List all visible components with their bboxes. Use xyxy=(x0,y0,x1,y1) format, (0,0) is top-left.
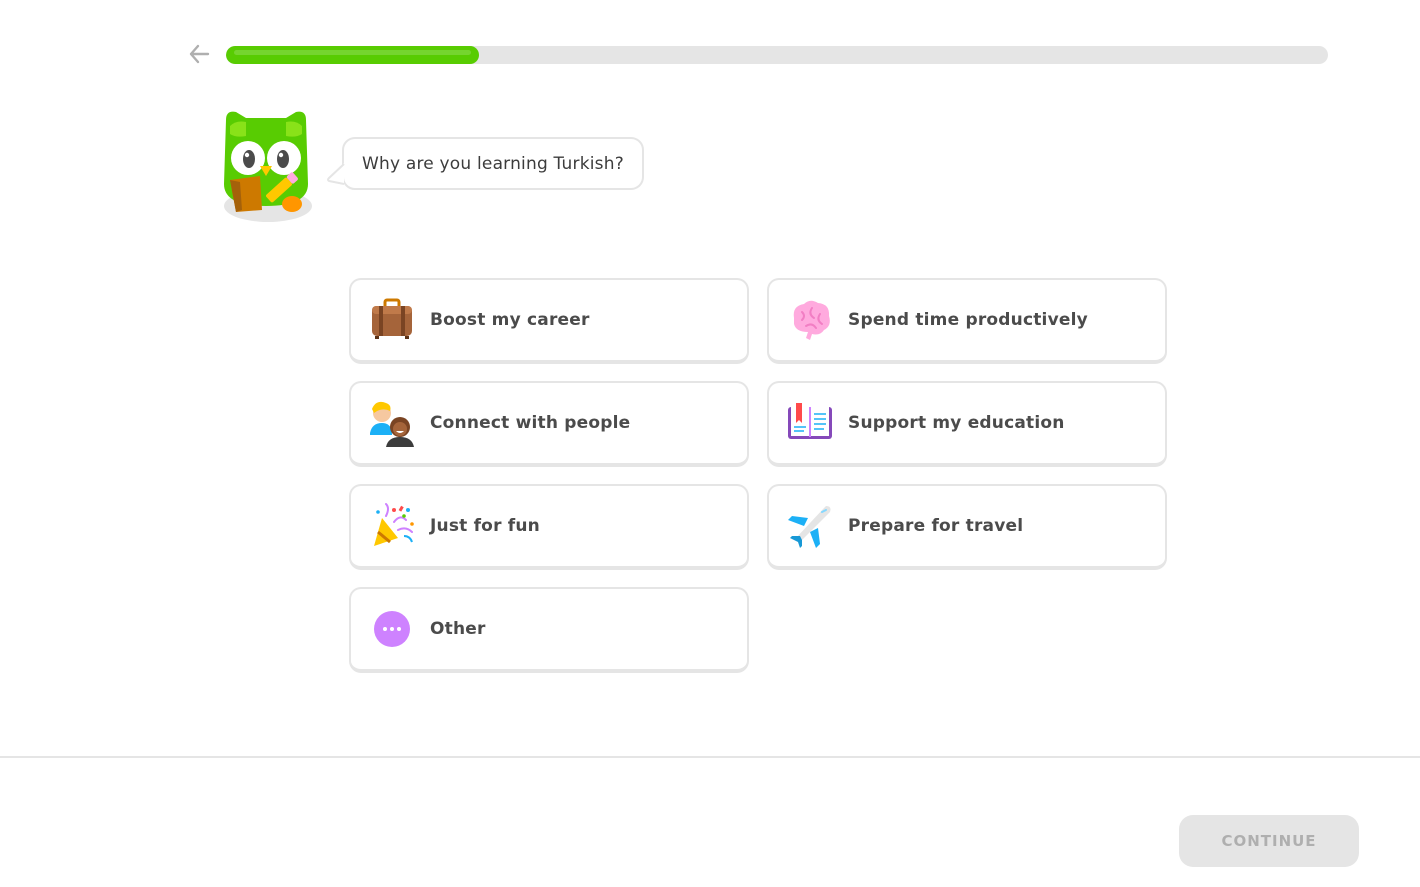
progress-bar xyxy=(226,46,1328,64)
onboarding-page: Why are you learning Turkish? Boost my c… xyxy=(0,0,1420,887)
people-icon xyxy=(370,401,414,447)
brain-icon xyxy=(793,300,830,340)
airplane-icon xyxy=(788,506,831,548)
party-popper-icon xyxy=(374,503,414,546)
question-text: Why are you learning Turkish? xyxy=(362,153,624,174)
option-other[interactable]: Other xyxy=(349,587,749,673)
option-prepare-for-travel[interactable]: Prepare for travel xyxy=(767,484,1167,570)
option-just-for-fun[interactable]: Just for fun xyxy=(349,484,749,570)
option-label: Support my education xyxy=(848,413,1065,433)
progress-bar-shine xyxy=(234,50,472,55)
option-label: Other xyxy=(430,619,486,639)
option-connect-with-people[interactable]: Connect with people xyxy=(349,381,749,467)
briefcase-icon xyxy=(372,298,412,339)
option-label: Boost my career xyxy=(430,310,590,330)
continue-button[interactable]: CONTINUE xyxy=(1179,815,1359,867)
option-boost-career[interactable]: Boost my career xyxy=(349,278,749,364)
open-book-icon xyxy=(788,403,832,439)
footer-divider xyxy=(0,756,1420,758)
more-dots-icon xyxy=(374,611,410,647)
progress-bar-fill xyxy=(226,46,480,64)
option-support-education[interactable]: Support my education xyxy=(767,381,1167,467)
speech-bubble-tail xyxy=(327,163,345,185)
arrow-left-icon xyxy=(189,44,210,64)
option-label: Spend time productively xyxy=(848,310,1088,330)
option-spend-time-productively[interactable]: Spend time productively xyxy=(767,278,1167,364)
option-label: Prepare for travel xyxy=(848,516,1024,536)
options-grid: Boost my career Spend time productively … xyxy=(349,278,1167,674)
option-label: Just for fun xyxy=(430,516,540,536)
option-label: Connect with people xyxy=(430,413,631,433)
owl-mascot-icon xyxy=(224,111,312,222)
speech-bubble: Why are you learning Turkish? xyxy=(327,137,644,190)
back-button[interactable] xyxy=(185,40,213,68)
